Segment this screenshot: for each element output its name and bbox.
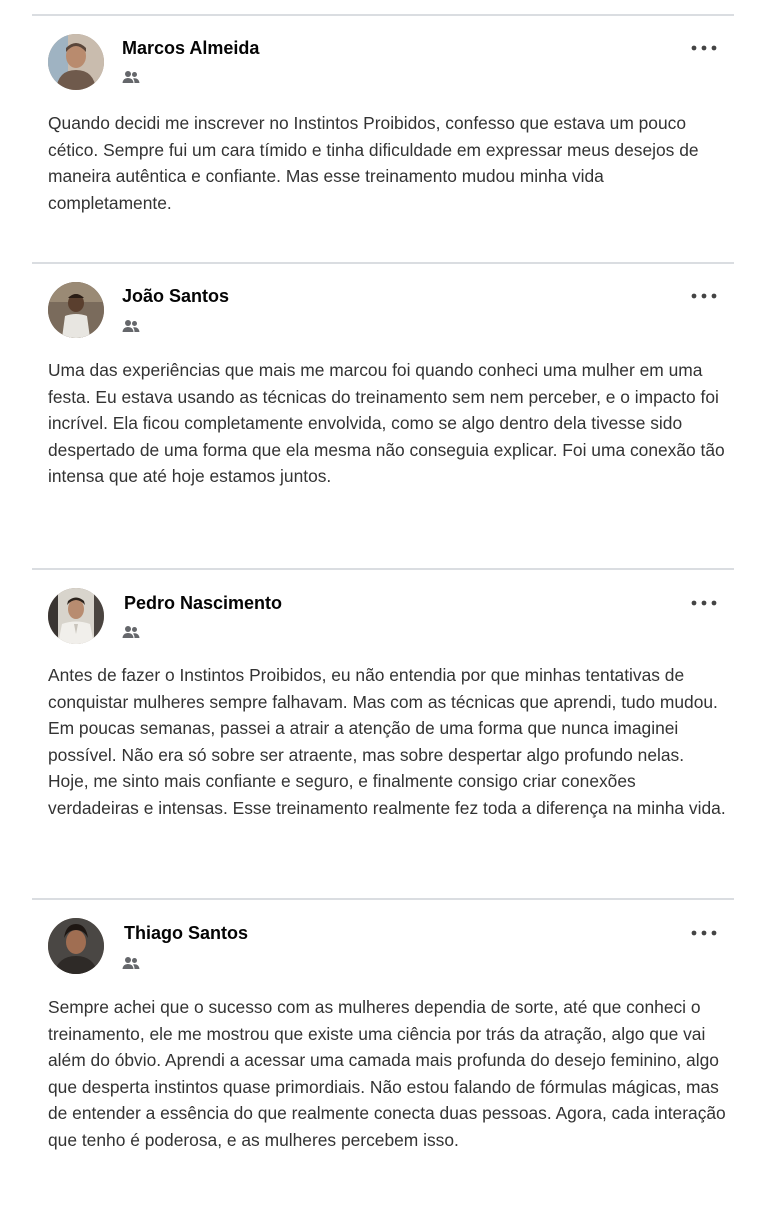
comment-feed: Marcos Almeida Quando decidi me inscreve… bbox=[0, 0, 768, 1216]
friends-icon bbox=[122, 956, 140, 970]
more-options-button[interactable] bbox=[688, 38, 720, 58]
post-card: Marcos Almeida Quando decidi me inscreve… bbox=[32, 14, 734, 262]
friends-icon bbox=[122, 70, 140, 84]
post-card: Pedro Nascimento Antes de fazer o Instin… bbox=[32, 568, 734, 898]
more-options-icon bbox=[691, 600, 717, 606]
post-card: João Santos Uma das experiências que mai… bbox=[32, 262, 734, 568]
more-options-icon bbox=[691, 293, 717, 299]
post-text: Uma das experiências que mais me marcou … bbox=[48, 360, 725, 486]
author-name[interactable]: Pedro Nascimento bbox=[124, 593, 282, 614]
post-text: Sempre achei que o sucesso com as mulher… bbox=[48, 997, 726, 1150]
avatar[interactable] bbox=[48, 34, 104, 90]
author-name[interactable]: Thiago Santos bbox=[124, 923, 248, 944]
more-options-icon bbox=[691, 930, 717, 936]
more-options-button[interactable] bbox=[688, 593, 720, 613]
more-options-button[interactable] bbox=[688, 923, 720, 943]
post-text: Quando decidi me inscrever no Instintos … bbox=[48, 113, 699, 213]
author-name[interactable]: João Santos bbox=[122, 286, 229, 307]
avatar[interactable] bbox=[48, 588, 104, 644]
more-options-button[interactable] bbox=[688, 286, 720, 306]
more-options-icon bbox=[691, 45, 717, 51]
friends-icon bbox=[122, 625, 140, 639]
post-text: Antes de fazer o Instintos Proibidos, eu… bbox=[48, 665, 726, 818]
avatar[interactable] bbox=[48, 282, 104, 338]
post-card: Thiago Santos Sempre achei que o sucesso… bbox=[32, 898, 734, 1216]
author-name[interactable]: Marcos Almeida bbox=[122, 38, 259, 59]
avatar[interactable] bbox=[48, 918, 104, 974]
friends-icon bbox=[122, 319, 140, 333]
